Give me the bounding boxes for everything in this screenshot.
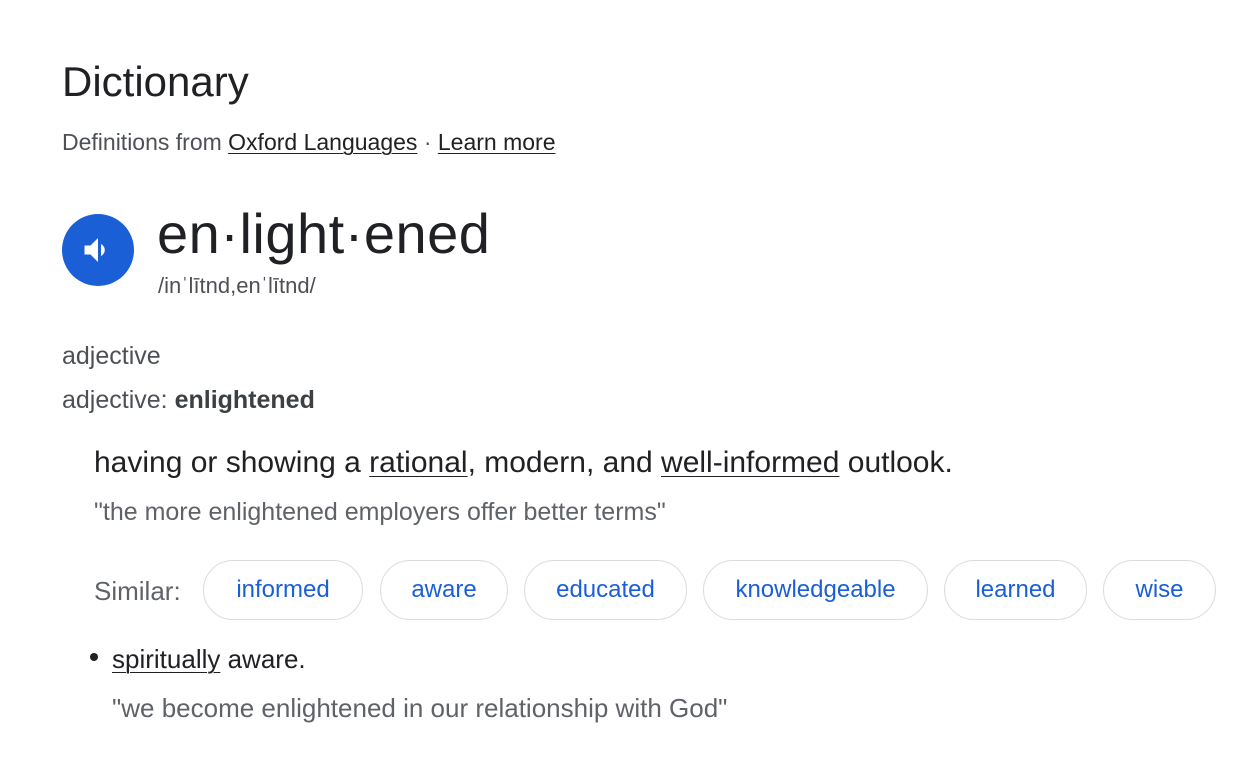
example-1: "the more enlightened employers offer be…	[94, 498, 666, 526]
definition-2-text: aware.	[220, 644, 306, 674]
rational-link[interactable]: rational	[369, 446, 467, 479]
definition-1-text-c: outlook.	[839, 446, 953, 479]
similar-chip-wise[interactable]: wise	[1103, 560, 1216, 620]
similar-chip-aware[interactable]: aware	[380, 560, 508, 620]
similar-chip-learned[interactable]: learned	[944, 560, 1087, 620]
inflection-word: enlightened	[174, 386, 315, 414]
example-2: "we become enlightened in our relationsh…	[112, 693, 728, 723]
similar-chip-knowledgeable[interactable]: knowledgeable	[703, 560, 928, 620]
inflection-prefix: adjective:	[62, 386, 168, 414]
definition-1: having or showing a rational, modern, an…	[94, 444, 953, 482]
definition-2: spiritually aware.	[112, 642, 306, 676]
oxford-languages-link[interactable]: Oxford Languages	[228, 129, 417, 155]
similar-label: Similar:	[94, 576, 181, 606]
headword: en·light·ened	[157, 202, 491, 265]
definition-1-text-b: , modern, and	[467, 446, 662, 479]
inflection-line: adjective: enlightened	[62, 384, 315, 416]
source-prefix: Definitions from	[62, 129, 222, 155]
similar-chip-educated[interactable]: educated	[524, 560, 687, 620]
speaker-icon	[84, 238, 105, 262]
definitions-source: Definitions from Oxford Languages · Lear…	[62, 127, 556, 157]
well-informed-link[interactable]: well-informed	[661, 446, 839, 479]
source-separator: ·	[423, 129, 432, 155]
similar-chip-informed[interactable]: informed	[203, 560, 363, 620]
learn-more-link[interactable]: Learn more	[438, 129, 556, 155]
phonetic-spelling: /inˈlītnd,enˈlītnd/	[158, 273, 316, 298]
pronunciation-audio-button[interactable]	[62, 214, 134, 286]
dictionary-heading: Dictionary	[62, 58, 249, 105]
definition-1-text-a: having or showing a	[94, 446, 370, 479]
part-of-speech: adjective	[62, 342, 161, 370]
bullet-point	[90, 653, 98, 661]
spiritually-link[interactable]: spiritually	[112, 644, 220, 674]
